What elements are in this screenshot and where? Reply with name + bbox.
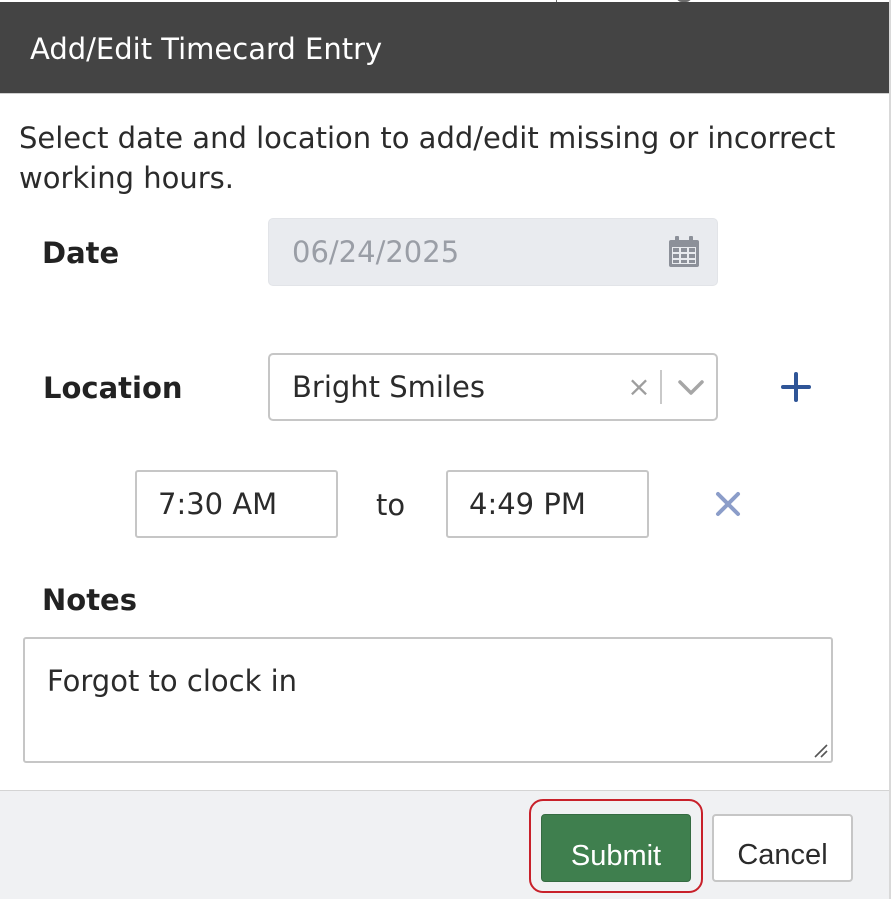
timecard-dialog: Add/Edit Timecard Entry Select date and …: [0, 0, 891, 899]
dialog-title: Add/Edit Timecard Entry: [30, 32, 383, 66]
end-time-value: 4:49 PM: [469, 487, 586, 521]
dialog-header: Add/Edit Timecard Entry: [0, 2, 889, 93]
date-field[interactable]: 06/24/2025: [268, 218, 718, 286]
header-divider: [0, 93, 889, 94]
resize-grip-icon[interactable]: [811, 741, 829, 759]
add-location-plus-icon[interactable]: [780, 371, 812, 403]
location-value: Bright Smiles: [292, 370, 485, 404]
time-separator-text: to: [376, 488, 406, 522]
calendar-icon[interactable]: [667, 235, 701, 269]
location-select[interactable]: Bright Smiles ×: [268, 353, 718, 421]
submit-button[interactable]: Submit: [541, 814, 691, 882]
select-separator: [660, 370, 662, 404]
close-icon[interactable]: [714, 490, 742, 518]
date-value: 06/24/2025: [292, 235, 460, 269]
date-label: Date: [42, 236, 120, 270]
notes-textarea[interactable]: Forgot to clock in: [23, 637, 833, 763]
cancel-button[interactable]: Cancel: [712, 814, 853, 882]
start-time-input[interactable]: 7:30 AM: [135, 470, 338, 538]
end-time-input[interactable]: 4:49 PM: [446, 470, 649, 538]
start-time-value: 7:30 AM: [158, 487, 278, 521]
chevron-down-icon[interactable]: [674, 372, 708, 402]
clear-icon[interactable]: ×: [625, 373, 653, 401]
notes-value: Forgot to clock in: [47, 664, 298, 698]
location-label: Location: [43, 371, 183, 405]
notes-label: Notes: [42, 583, 137, 617]
instructions-text: Select date and location to add/edit mis…: [19, 121, 836, 195]
